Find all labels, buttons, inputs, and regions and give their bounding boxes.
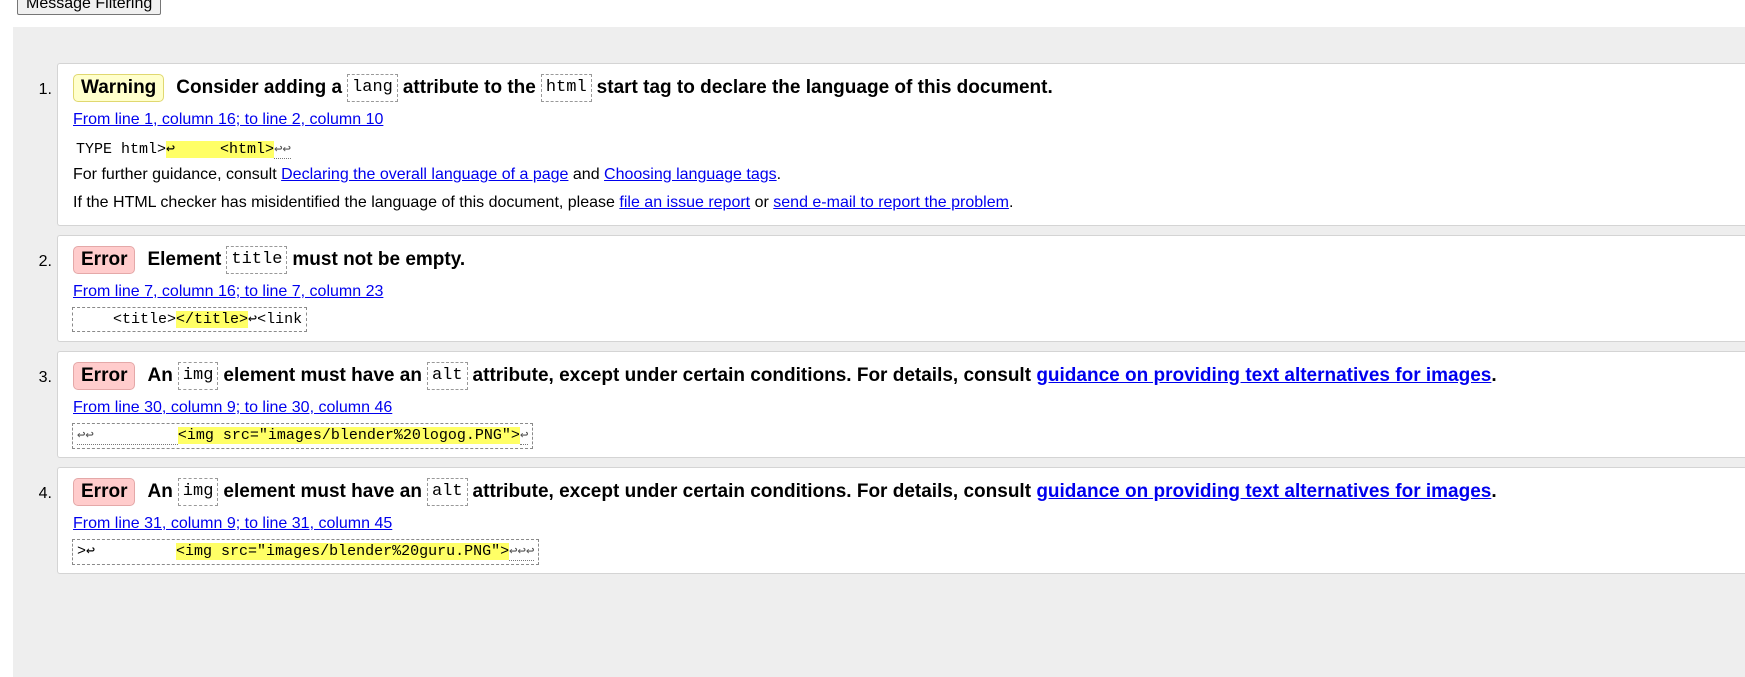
message-text: Element: [147, 249, 222, 270]
extract-before: ↩↩: [77, 428, 178, 445]
message-text: start tag to declare the language of thi…: [596, 77, 1053, 98]
warning-badge: Warning: [73, 74, 165, 102]
message-text: An: [147, 481, 173, 502]
message-text: attribute, except under certain conditio…: [472, 365, 1032, 386]
message-text: element must have an: [223, 481, 422, 502]
extract-highlight: </title>: [176, 311, 249, 328]
message-number: 1.: [38, 81, 52, 98]
message-heading: Error An img element must have an alt at…: [73, 362, 1497, 390]
extract-before: <title>: [77, 311, 177, 328]
file-issue-link[interactable]: file an issue report: [619, 194, 750, 211]
guidance-text: For further guidance, consult Declaring …: [73, 166, 781, 184]
code-html: html: [540, 74, 592, 102]
code-extract: ↩↩ <img src="images/blender%20logog.PNG"…: [72, 423, 534, 449]
code-title: title: [226, 246, 288, 274]
message-suffix: .: [1491, 481, 1497, 502]
message-filtering-button[interactable]: Message Filtering: [17, 0, 162, 15]
code-extract: TYPE html>↩ <html>↩↩: [72, 138, 295, 162]
extract-highlight: <img src="images/blender%20guru.PNG">: [176, 543, 510, 560]
message-item-error: 4. Error An img element must have an alt…: [39, 467, 1745, 574]
location-link[interactable]: From line 1, column 16; to line 2, colum…: [73, 111, 383, 129]
report-or: or: [754, 194, 769, 211]
report-suffix: .: [1008, 194, 1014, 211]
error-badge: Error: [73, 246, 136, 274]
text-alternatives-guidance-link[interactable]: guidance on providing text alternatives …: [1036, 365, 1491, 387]
message-heading: Warning Consider adding a lang attribute…: [73, 74, 1053, 102]
code-img: img: [177, 478, 219, 506]
text-alternatives-guidance-link[interactable]: guidance on providing text alternatives …: [1036, 481, 1491, 503]
declaring-language-link[interactable]: Declaring the overall language of a page: [281, 166, 568, 183]
message-number: 3.: [38, 369, 52, 386]
message-heading: Error An img element must have an alt at…: [73, 478, 1497, 506]
message-item-warning: 1. Warning Consider adding a lang attrib…: [39, 63, 1745, 226]
code-alt: alt: [426, 362, 468, 390]
message-item-error: 3. Error An img element must have an alt…: [39, 351, 1745, 458]
results-panel: 1. Warning Consider adding a lang attrib…: [13, 27, 1745, 677]
location-link[interactable]: From line 30, column 9; to line 30, colu…: [73, 399, 392, 417]
message-item-error: 2. Error Element title must not be empty…: [39, 235, 1745, 342]
message-number: 2.: [38, 253, 52, 270]
guidance-suffix: .: [776, 166, 782, 183]
error-badge: Error: [73, 362, 136, 390]
extract-before: >↩: [77, 543, 177, 560]
message-text: Consider adding a: [176, 77, 343, 98]
guidance-prefix: For further guidance, consult: [73, 166, 277, 183]
message-number: 4.: [38, 485, 52, 502]
guidance-and: and: [572, 166, 600, 183]
error-badge: Error: [73, 478, 136, 506]
report-text: If the HTML checker has misidentified th…: [73, 194, 1013, 212]
send-email-link[interactable]: send e-mail to report the problem: [773, 194, 1009, 211]
report-prefix: If the HTML checker has misidentified th…: [73, 194, 615, 211]
location-link[interactable]: From line 7, column 16; to line 7, colum…: [73, 283, 383, 301]
message-text: attribute, except under certain conditio…: [472, 481, 1032, 502]
extract-before: TYPE html>: [76, 141, 167, 158]
message-text: element must have an: [223, 365, 422, 386]
extract-highlight: <img src="images/blender%20logog.PNG">: [177, 427, 520, 444]
location-link[interactable]: From line 31, column 9; to line 31, colu…: [73, 515, 392, 533]
code-alt: alt: [426, 478, 468, 506]
extract-after: ↩: [519, 428, 529, 445]
message-text: attribute to the: [402, 77, 536, 98]
message-text: An: [147, 365, 173, 386]
message-heading: Error Element title must not be empty.: [73, 246, 465, 274]
message-text: must not be empty.: [292, 249, 466, 270]
extract-after: ↩↩: [274, 142, 291, 159]
extract-after: ↩<link: [248, 311, 303, 328]
code-img: img: [177, 362, 219, 390]
code-extract: <title></title>↩<link: [72, 307, 308, 332]
code-lang: lang: [347, 74, 398, 102]
message-suffix: .: [1491, 365, 1497, 386]
extract-highlight: ↩ <html>: [166, 141, 275, 158]
extract-after: ↩↩↩: [509, 544, 535, 561]
code-extract: >↩ <img src="images/blender%20guru.PNG">…: [72, 539, 540, 565]
choosing-language-tags-link[interactable]: Choosing language tags: [604, 166, 777, 183]
